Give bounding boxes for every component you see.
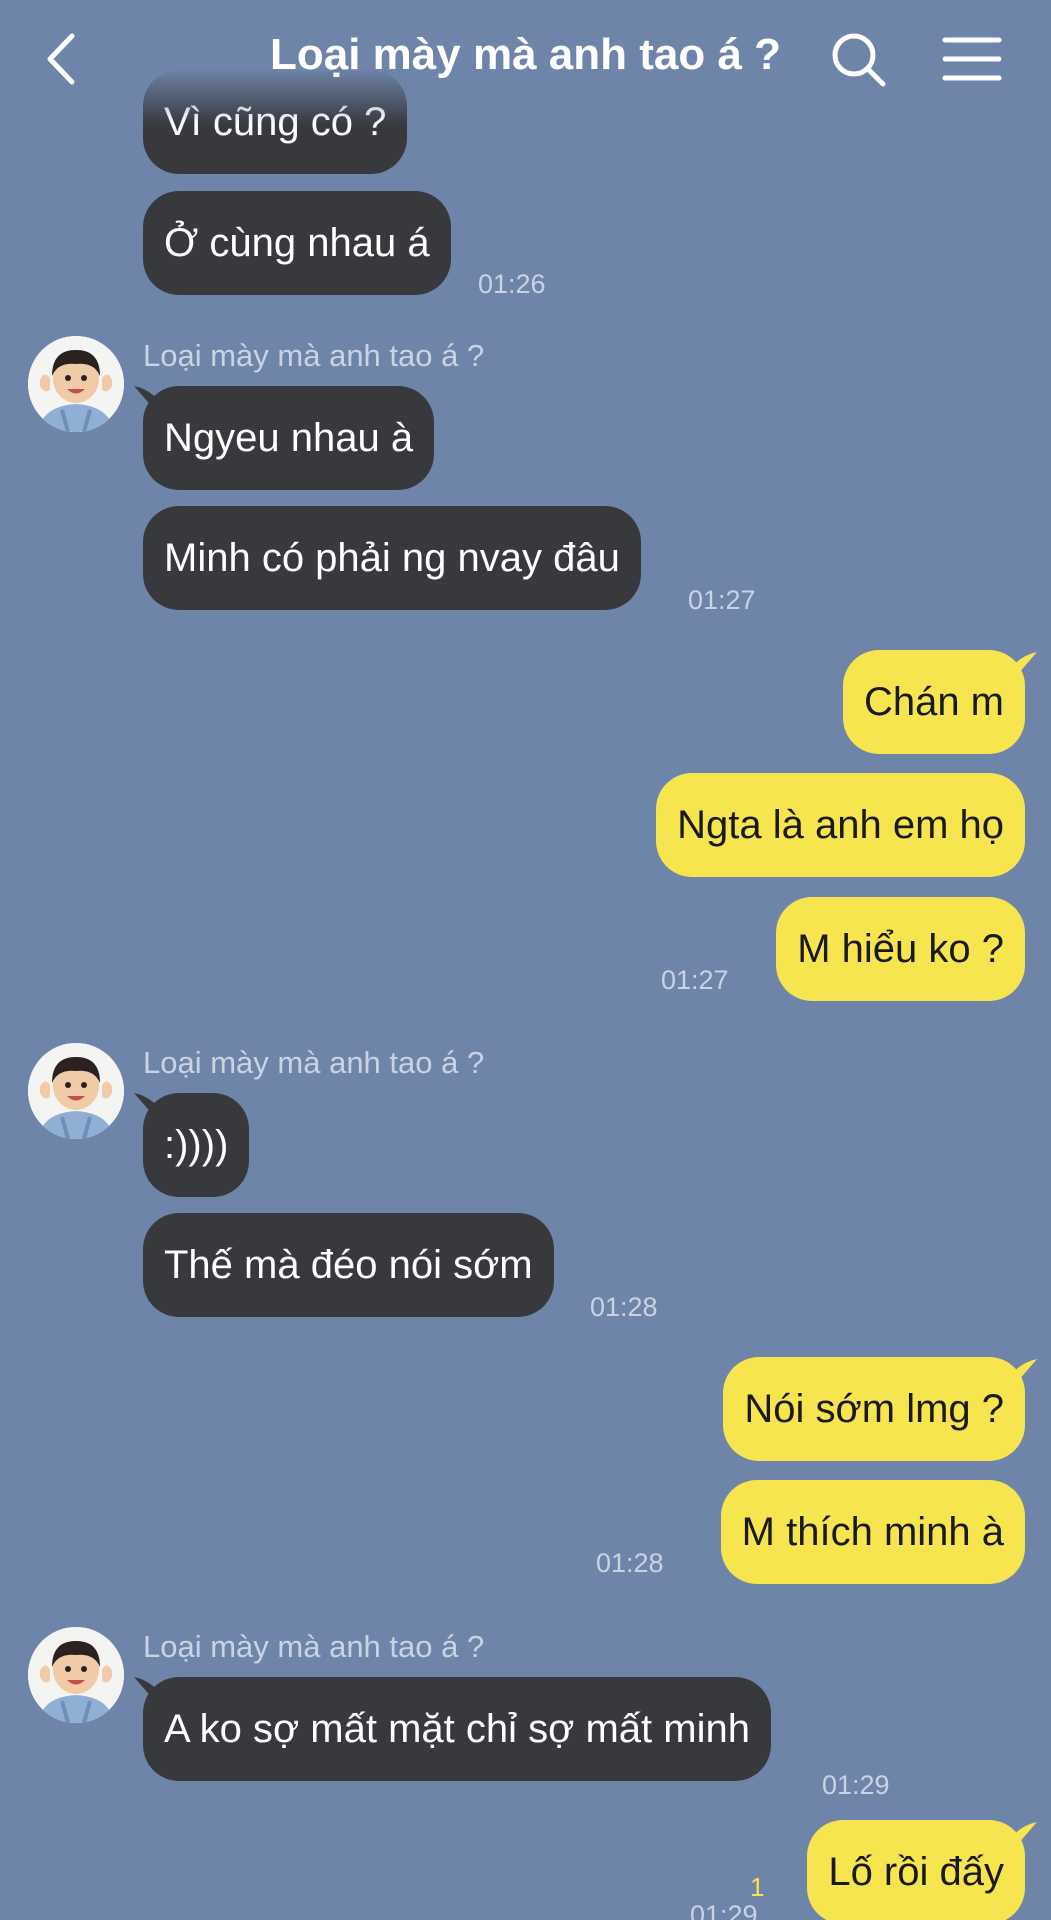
chat-header: Loại mày mà anh tao á ? <box>0 0 1051 124</box>
message-timestamp: 01:29 <box>822 1770 890 1800</box>
message-bubble-outgoing[interactable]: Ngta là anh em họ <box>656 773 1025 877</box>
message-bubble-incoming[interactable]: Ngyeu nhau à <box>143 386 435 490</box>
sender-name: Loại mày mà anh tao á ? <box>143 1045 485 1080</box>
message-bubble-incoming[interactable]: A ko sợ mất mặt chỉ sợ mất minh <box>143 1677 771 1781</box>
message-bubble-outgoing[interactable]: Nói sớm lmg ? <box>723 1357 1025 1461</box>
menu-button[interactable] <box>937 24 1007 94</box>
message-timestamp: 01:27 <box>661 965 729 995</box>
avatar[interactable] <box>28 1627 124 1723</box>
search-icon <box>832 33 886 87</box>
message-timestamp: 01:28 <box>596 1548 664 1578</box>
message-bubble-incoming[interactable]: Minh có phải ng nvay đâu <box>143 506 641 610</box>
hamburger-menu-icon <box>942 37 1002 81</box>
message-bubble-incoming[interactable]: :)))) <box>143 1093 250 1197</box>
avatar[interactable] <box>28 336 124 432</box>
message-timestamp: 01:28 <box>590 1292 658 1322</box>
message-bubble-outgoing[interactable]: Chán m <box>842 650 1025 754</box>
message-timestamp: 01:27 <box>688 585 756 615</box>
message-bubble-outgoing[interactable]: M thích minh à <box>720 1480 1025 1584</box>
message-bubble-incoming[interactable]: Ở cùng nhau á <box>143 191 451 295</box>
chat-title: Loại mày mà anh tao á ? <box>269 30 782 79</box>
search-button[interactable] <box>823 24 893 94</box>
chat-area[interactable]: Vì cũng có ? Ở cùng nhau á 01:26 Loại mà… <box>0 0 1051 1920</box>
sender-name: Loại mày mà anh tao á ? <box>143 338 485 373</box>
sender-name: Loại mày mà anh tao á ? <box>143 1629 485 1664</box>
child-photo-icon <box>28 1043 124 1139</box>
message-bubble-outgoing[interactable]: M hiểu ko ? <box>776 897 1025 1001</box>
child-photo-icon <box>28 1627 124 1723</box>
message-bubble-incoming[interactable]: Thế mà đéo nói sớm <box>143 1213 554 1317</box>
message-timestamp: 01:29 <box>690 1900 758 1920</box>
avatar[interactable] <box>28 1043 124 1139</box>
message-bubble-outgoing[interactable]: Lố rồi đấy <box>807 1820 1025 1920</box>
child-photo-icon <box>28 336 124 432</box>
message-timestamp: 01:26 <box>478 269 546 299</box>
read-count: 1 <box>750 1872 765 1902</box>
